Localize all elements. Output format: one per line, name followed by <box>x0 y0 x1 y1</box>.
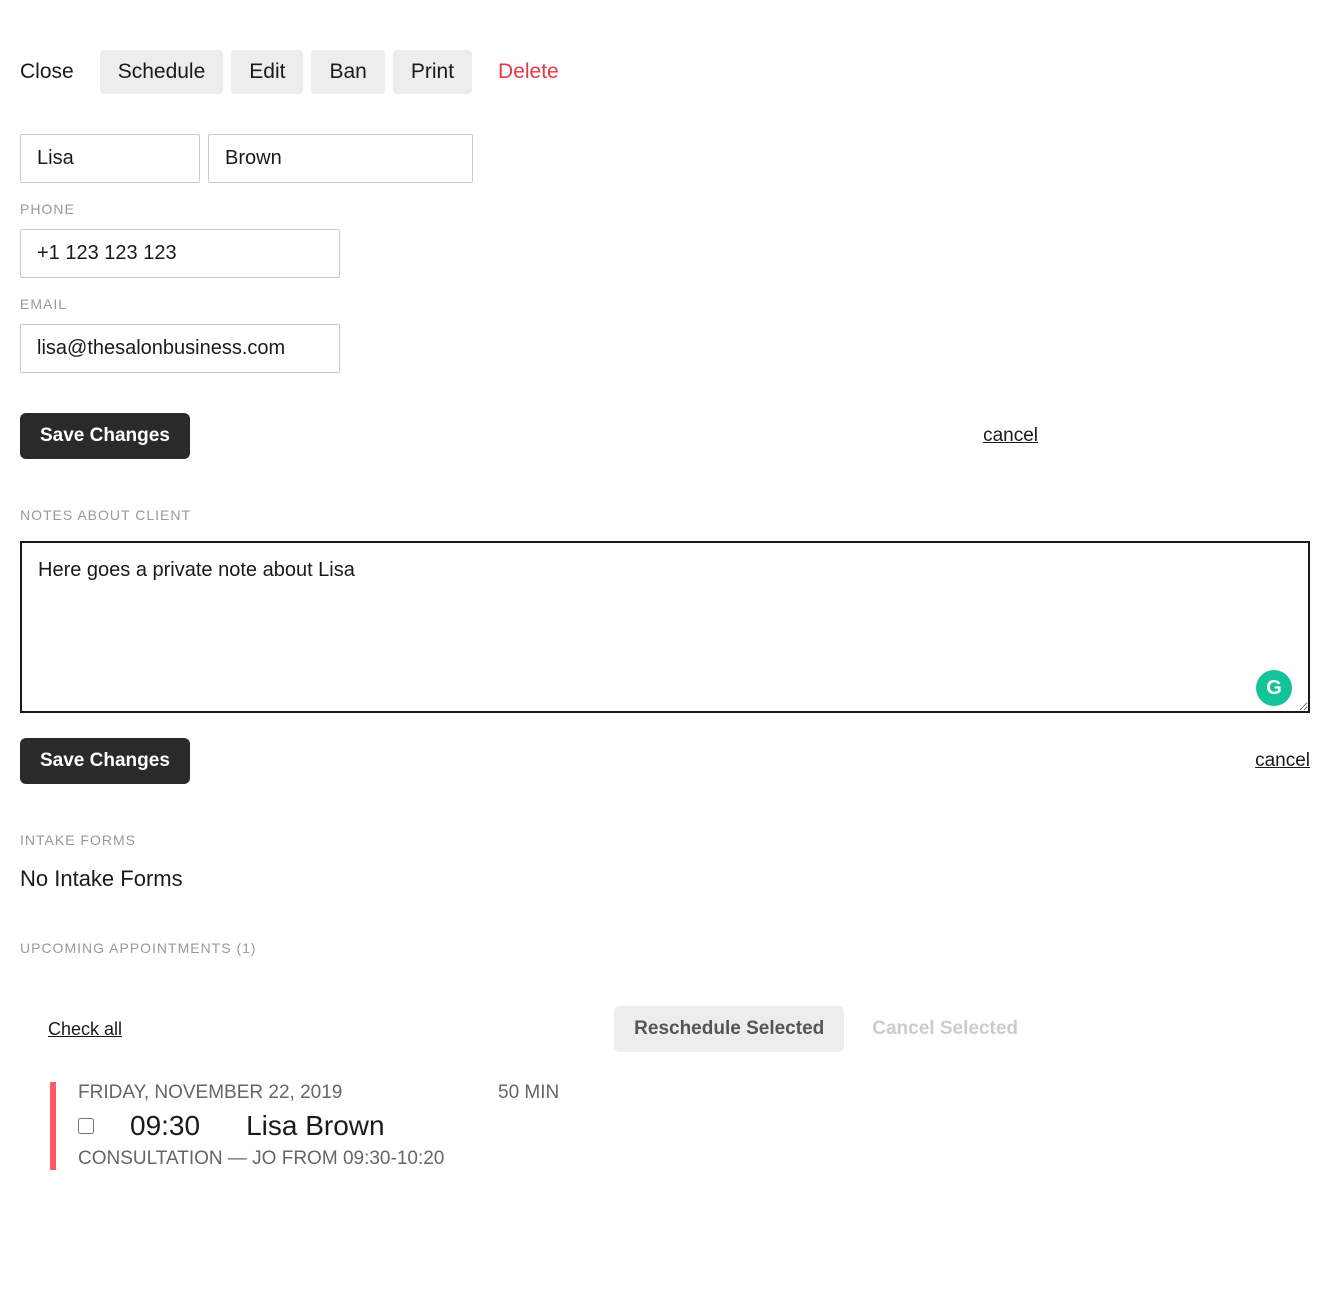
save-changes-button-1[interactable]: Save Changes <box>20 413 190 459</box>
phone-label: PHONE <box>20 201 1298 217</box>
name-row <box>20 134 1298 183</box>
close-button[interactable]: Close <box>20 50 92 94</box>
save-changes-button-2[interactable]: Save Changes <box>20 738 190 784</box>
appointment-time: 09:30 <box>130 1110 200 1142</box>
schedule-button[interactable]: Schedule <box>100 50 224 94</box>
notes-wrapper: G <box>20 541 1310 718</box>
print-button[interactable]: Print <box>393 50 472 94</box>
phone-input[interactable] <box>20 229 340 278</box>
bulk-buttons: Reschedule Selected Cancel Selected <box>614 1006 1038 1052</box>
save-row-1: Save Changes cancel <box>20 413 1298 459</box>
appointment-color-bar <box>50 1082 56 1170</box>
edit-button[interactable]: Edit <box>231 50 303 94</box>
toolbar: Close Schedule Edit Ban Print Delete <box>20 20 1298 94</box>
appointment-date: FRIDAY, NOVEMBER 22, 2019 <box>78 1082 458 1104</box>
appointment-detail: CONSULTATION — JO FROM 09:30-10:20 <box>78 1148 1298 1170</box>
ban-button[interactable]: Ban <box>311 50 384 94</box>
delete-button[interactable]: Delete <box>480 50 577 94</box>
grammarly-icon[interactable]: G <box>1256 670 1292 706</box>
first-name-input[interactable] <box>20 134 200 183</box>
notes-label: NOTES ABOUT CLIENT <box>20 507 1298 523</box>
appointment-content: FRIDAY, NOVEMBER 22, 2019 50 MIN 09:30 L… <box>78 1082 1298 1170</box>
intake-label: INTAKE FORMS <box>20 832 1298 848</box>
last-name-input[interactable] <box>208 134 473 183</box>
save-row-2: Save Changes cancel <box>20 738 1310 784</box>
notes-textarea[interactable] <box>20 541 1310 713</box>
appointment-checkbox[interactable] <box>78 1118 94 1134</box>
appointment-client-name: Lisa Brown <box>246 1110 385 1142</box>
upcoming-label: UPCOMING APPOINTMENTS (1) <box>20 940 1298 956</box>
no-intake-text: No Intake Forms <box>20 866 1298 892</box>
appointment-main-row: 09:30 Lisa Brown <box>78 1110 1298 1142</box>
appointment-block: FRIDAY, NOVEMBER 22, 2019 50 MIN 09:30 L… <box>20 1082 1298 1170</box>
check-row: Check all Reschedule Selected Cancel Sel… <box>20 1006 1298 1052</box>
email-label: EMAIL <box>20 296 1298 312</box>
check-all-link[interactable]: Check all <box>48 1019 122 1040</box>
email-input[interactable] <box>20 324 340 373</box>
appointment-duration: 50 MIN <box>498 1082 559 1104</box>
reschedule-button[interactable]: Reschedule Selected <box>614 1006 844 1052</box>
cancel-link-1[interactable]: cancel <box>983 425 1038 447</box>
cancel-link-2[interactable]: cancel <box>1255 750 1310 772</box>
cancel-selected-button[interactable]: Cancel Selected <box>852 1006 1038 1052</box>
appointment-header: FRIDAY, NOVEMBER 22, 2019 50 MIN <box>78 1082 1298 1104</box>
